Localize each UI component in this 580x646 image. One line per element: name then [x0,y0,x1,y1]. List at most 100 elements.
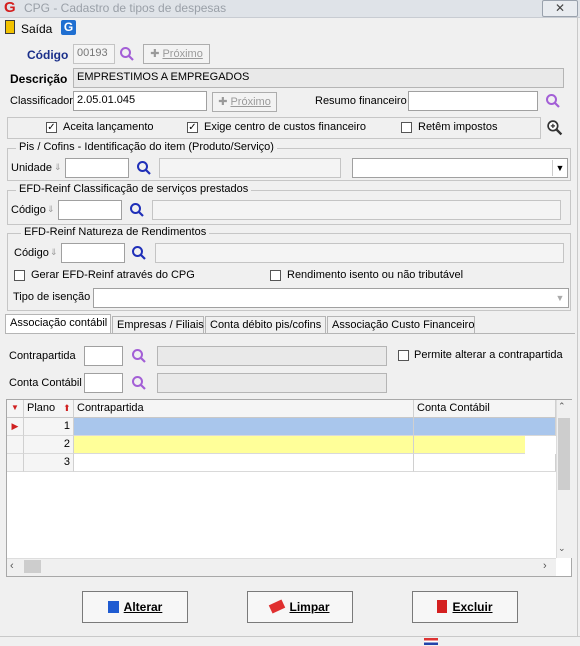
search-icon[interactable] [131,348,147,364]
row3-conta[interactable] [414,454,556,472]
classificador-input[interactable]: 2.05.01.045 [73,91,207,111]
tab-conta-debito[interactable]: Conta débito pis/cofins [205,316,326,334]
trash-icon [437,600,448,613]
exit-button[interactable]: Saída [21,22,52,36]
row1-contrapartida[interactable] [74,418,414,436]
chevron-down-icon[interactable]: ▼ [552,160,567,176]
exige-centro-custos-checkbox[interactable]: ✓ [187,122,198,133]
tab-associacao-custo-financeiro[interactable]: Associação Custo Financeiro [327,316,475,334]
row3-contrapartida[interactable] [74,454,414,472]
retem-impostos-label: Retêm impostos [418,121,498,133]
exige-centro-custos-label: Exige centro de custos financeiro [204,121,367,133]
tab-associacao-contabil[interactable]: Associação contábil [5,314,111,334]
aceita-lancamento-label: Aceita lançamento [63,121,154,133]
scroll-down-icon[interactable]: ⌄ [558,543,566,554]
window-right-border [577,17,578,637]
efd-nat-codigo-input[interactable] [61,243,125,263]
efd-nat-title: EFD-Reinf Natureza de Rendimentos [21,226,210,238]
codigo-label: Código [27,48,69,62]
plano-header-label: Plano [27,402,56,414]
rendimento-isento-label: Rendimento isento ou não tributável [287,269,464,281]
scroll-thumb[interactable] [558,418,570,490]
app-logo-icon: G [4,0,16,16]
limpar-label: Limpar [289,600,330,614]
tipo-isencao-label: Tipo de isenção [13,291,91,303]
window-bottom-border [0,636,580,637]
permite-alterar-checkbox[interactable] [398,350,409,361]
classificador-next-button[interactable]: ✚ Próximo [212,92,277,112]
pin-icon: ⇓ [50,247,58,257]
row2-conta[interactable] [414,436,525,454]
descricao-input[interactable]: EMPRESTIMOS A EMPREGADOS [73,68,564,88]
row2-contrapartida[interactable] [74,436,414,454]
classificador-label: Classificador [10,95,73,107]
efd-nat-codigo-label: Código [14,247,49,259]
hscroll-thumb[interactable] [24,560,41,573]
flag-icon [424,638,438,645]
tipo-isencao-select[interactable] [93,288,569,308]
scroll-right-icon[interactable]: › [543,560,547,572]
window-title: CPG - Cadastro de tipos de despesas [24,1,227,15]
contrapartida-column-header[interactable]: Contrapartida [74,400,414,418]
conta-column-header[interactable]: Conta Contábil [414,400,556,418]
contrapartida-label: Contrapartida [9,350,76,362]
classificador-next-label: Próximo [230,96,271,108]
eraser-icon [269,599,286,614]
save-disk-icon [107,601,119,613]
search-icon[interactable] [136,160,152,176]
chevron-down-icon[interactable]: ▼ [553,290,567,306]
rendimento-isento-checkbox[interactable] [270,270,281,281]
efd-nat-description-field [155,243,564,263]
descricao-label: Descrição [10,72,68,86]
aceita-lancamento-checkbox[interactable]: ✓ [46,122,57,133]
tab-empresas-filiais[interactable]: Empresas / Filiais [112,316,204,334]
row1-conta[interactable] [414,418,556,436]
gerar-efd-checkbox[interactable] [14,270,25,281]
alterar-button[interactable]: Alterar [82,591,188,623]
close-button[interactable]: ✕ [542,0,578,17]
scroll-left-icon[interactable]: ‹ [10,560,14,572]
resumo-financeiro-input[interactable] [408,91,538,111]
unidade-label: Unidade [11,162,52,174]
conta-contabil-input[interactable] [84,373,123,393]
row1-plano[interactable]: 1 [24,418,74,436]
codigo-next-button[interactable]: ✚ Próximo [143,44,210,64]
efd-class-description-field [152,200,561,220]
unidade-input[interactable] [65,158,129,178]
row2-plano[interactable]: 2 [24,436,74,454]
conta-contabil-label: Conta Contábil [9,377,82,389]
retem-impostos-checkbox[interactable] [401,122,412,133]
scroll-up-icon[interactable]: ⌃ [558,401,566,412]
search-icon[interactable] [545,93,561,109]
codigo-input[interactable]: 00193 [73,44,115,64]
sort-arrow-icon: ⬆ [63,403,71,413]
row-indicator-header: ▼ [7,400,24,418]
search-icon[interactable] [129,202,145,218]
conta-contabil-description-field [157,373,387,393]
horizontal-scrollbar[interactable] [7,558,556,576]
contrapartida-description-field [157,346,387,366]
efd-class-codigo-input[interactable] [58,200,122,220]
excluir-label: Excluir [452,600,493,614]
search-icon[interactable] [131,375,147,391]
contrapartida-input[interactable] [84,346,123,366]
zoom-icon[interactable] [546,119,563,136]
plano-column-header[interactable]: Plano ⬆ [24,400,74,418]
search-icon[interactable] [131,245,147,261]
alterar-label: Alterar [123,600,163,614]
search-icon[interactable] [119,46,135,62]
permite-alterar-label: Permite alterar a contrapartida [414,349,563,361]
pin-icon: ⇓ [54,162,62,172]
excluir-button[interactable]: Excluir [412,591,518,623]
unidade-type-select[interactable] [352,158,568,178]
pin-icon: ⇓ [47,204,55,214]
limpar-button[interactable]: Limpar [247,591,353,623]
pis-cofins-title: Pis / Cofins - Identificação do item (Pr… [16,141,277,153]
efd-class-codigo-label: Código [11,204,46,216]
exit-door-icon[interactable] [5,20,15,34]
codigo-next-label: Próximo [162,48,203,60]
row3-plano[interactable]: 3 [24,454,74,472]
app-shortcut-icon[interactable]: G [61,20,76,35]
row3-indicator [7,454,24,472]
current-row-arrow-icon: ▶ [7,418,24,436]
